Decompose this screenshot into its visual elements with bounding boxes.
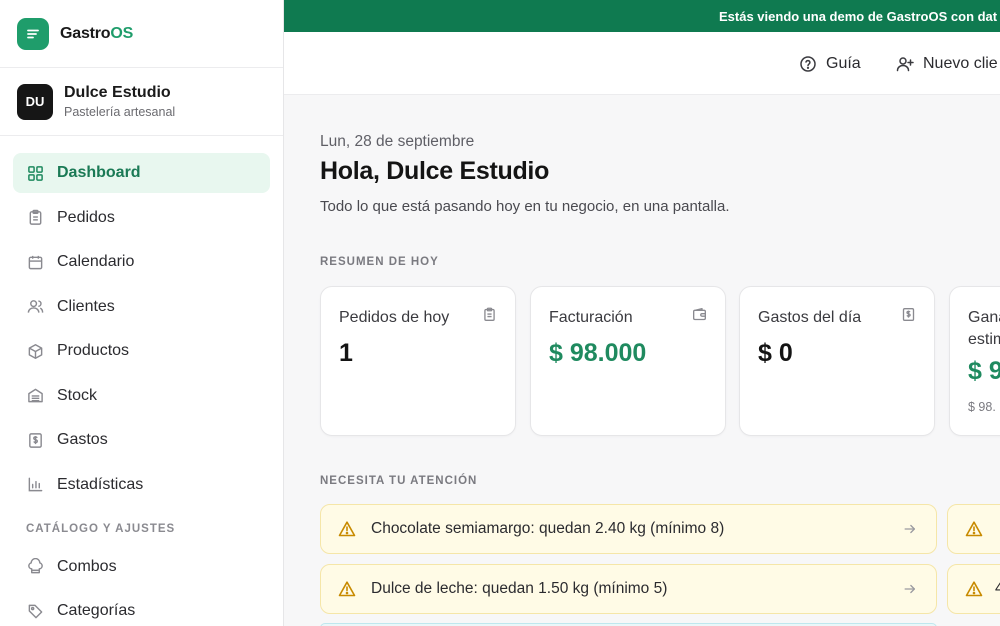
sidebar-item-label: Dashboard	[57, 164, 141, 181]
new-client-button[interactable]: Nuevo clie	[896, 32, 998, 94]
arrow-right-icon	[902, 521, 918, 537]
warning-icon	[965, 520, 983, 538]
demo-banner: Estás viendo una demo de GastroOS con da…	[284, 0, 1000, 32]
sidebar-item-dashboard[interactable]: Dashboard	[13, 153, 270, 193]
card-label: Facturación	[549, 309, 633, 326]
alert-text: 4	[995, 580, 1000, 598]
sidebar-item-label: Productos	[57, 342, 130, 359]
help-circle-icon	[799, 55, 817, 73]
sidebar-item-productos[interactable]: Productos	[13, 331, 270, 371]
sidebar-item-categorias[interactable]: Categorías	[13, 591, 270, 626]
sidebar-section-title: CATÁLOGO Y AJUSTES	[26, 522, 176, 535]
guide-button[interactable]: Guía	[799, 32, 861, 94]
card-label: Ganaestim	[968, 309, 1000, 348]
receipt-dollar-icon	[900, 306, 916, 322]
summary-section-title: RESUMEN DE HOY	[320, 256, 439, 268]
sidebar: GastroOS DU Dulce Estudio Pastelería art…	[0, 0, 284, 626]
card-ganancia-estimada[interactable]: Ganaestim $ 9 $ 98.	[949, 286, 1000, 436]
card-label: Pedidos de hoy	[339, 309, 450, 326]
alert-right-2[interactable]: 4	[947, 564, 1000, 614]
page-title: Hola, Dulce Estudio	[320, 157, 550, 185]
menu-lines-icon	[17, 17, 49, 50]
card-value: $ 9	[968, 357, 1000, 385]
warehouse-icon	[26, 387, 44, 405]
sidebar-item-gastos[interactable]: Gastos	[13, 420, 270, 460]
sidebar-item-label: Gastos	[57, 431, 108, 448]
clipboard-icon	[481, 306, 497, 322]
sidebar-item-label: Clientes	[57, 297, 115, 315]
sidebar-item-label: Estadísticas	[57, 475, 144, 493]
tag-icon	[26, 602, 44, 620]
brand-name: GastroOS	[60, 24, 134, 42]
new-client-button-label: Nuevo clie	[923, 54, 998, 72]
sidebar-item-combos[interactable]: Combos	[13, 547, 270, 587]
sidebar-item-label: Pedidos	[57, 208, 115, 226]
card-value: $ 0	[758, 339, 793, 367]
users-icon	[26, 298, 44, 316]
card-value: $ 98.000	[549, 339, 647, 367]
guide-button-label: Guía	[826, 54, 861, 72]
alert-low-stock-dulce-de-leche[interactable]: Dulce de leche: quedan 1.50 kg (mínimo 5…	[320, 564, 937, 614]
card-sub: $ 98.	[968, 400, 996, 414]
attention-section-title: NECESITA TU ATENCIÓN	[320, 475, 478, 487]
sidebar-item-label: Categorías	[57, 602, 136, 619]
workspace-subtitle: Pastelería artesanal	[64, 105, 176, 119]
card-facturacion[interactable]: Facturación $ 98.000	[530, 286, 726, 436]
alert-text: Dulce de leche: quedan 1.50 kg (mínimo 5…	[371, 580, 668, 597]
sidebar-item-label: Calendario	[57, 253, 135, 270]
box-icon	[26, 342, 44, 360]
top-bar: Guía Nuevo clie	[284, 32, 1000, 95]
sidebar-item-estadisticas[interactable]: Estadísticas	[13, 465, 270, 505]
page-subtitle: Todo lo que está pasando hoy en tu negoc…	[320, 198, 730, 215]
clipboard-icon	[26, 209, 44, 227]
sidebar-item-clientes[interactable]: Clientes	[13, 287, 270, 327]
warning-icon	[965, 580, 983, 598]
wallet-icon	[691, 306, 707, 322]
chef-hat-icon	[26, 558, 44, 576]
warning-icon	[338, 580, 356, 598]
card-value: 1	[339, 339, 353, 367]
workspace-name: Dulce Estudio	[64, 84, 171, 101]
card-label: Gastos del día	[758, 309, 862, 326]
sidebar-item-pedidos[interactable]: Pedidos	[13, 198, 270, 238]
current-date: Lun, 28 de septiembre	[320, 133, 475, 150]
card-pedidos-hoy[interactable]: Pedidos de hoy 1	[320, 286, 516, 436]
calendar-icon	[26, 253, 44, 271]
alert-low-stock-chocolate[interactable]: Chocolate semiamargo: quedan 2.40 kg (mí…	[320, 504, 937, 554]
demo-banner-text: Estás viendo una demo de GastroOS con da…	[719, 8, 998, 24]
sidebar-item-calendario[interactable]: Calendario	[13, 242, 270, 282]
sidebar-item-stock[interactable]: Stock	[13, 376, 270, 416]
alert-text: Chocolate semiamargo: quedan 2.40 kg (mí…	[371, 520, 725, 537]
card-gastos-dia[interactable]: Gastos del día $ 0	[739, 286, 935, 436]
bar-chart-icon	[26, 476, 44, 494]
alert-right-1[interactable]	[947, 504, 1000, 554]
workspace-avatar: DU	[17, 83, 53, 120]
user-plus-icon	[896, 55, 914, 73]
workspace-switcher[interactable]: DU Dulce Estudio Pastelería artesanal	[0, 68, 283, 136]
receipt-dollar-icon	[26, 431, 44, 449]
warning-icon	[338, 520, 356, 538]
sidebar-item-label: Combos	[57, 557, 117, 575]
grid-icon	[26, 164, 44, 182]
sidebar-item-label: Stock	[57, 386, 98, 404]
brand-header[interactable]: GastroOS	[0, 0, 283, 68]
arrow-right-icon	[902, 581, 918, 597]
main-content: Lun, 28 de septiembre Hola, Dulce Estudi…	[284, 95, 1000, 626]
sidebar-nav: Dashboard Pedidos Calendario Clientes Pr…	[13, 153, 270, 626]
